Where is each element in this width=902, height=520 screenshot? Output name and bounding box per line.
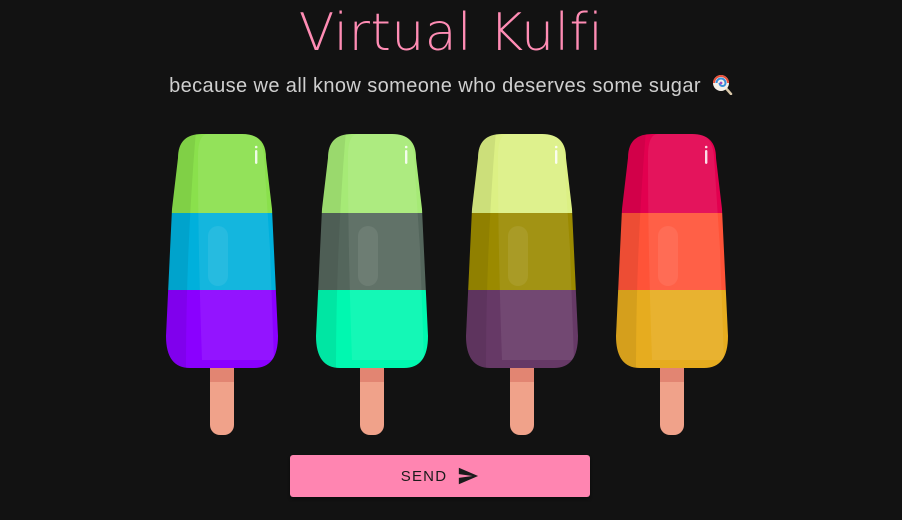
kulfi-stick-shadow	[660, 368, 684, 382]
kulfi-highlight-dot	[404, 145, 408, 149]
kulfi-gloss	[208, 226, 228, 286]
kulfi-stick-shadow	[210, 368, 234, 382]
kulfi-3[interactable]	[462, 130, 582, 440]
send-label: SEND	[400, 467, 448, 485]
subtitle-text: because we all know someone who deserves…	[169, 75, 701, 97]
kulfi-4[interactable]	[612, 130, 732, 440]
kulfi-1[interactable]	[162, 130, 282, 440]
kulfi-stick-shadow	[360, 368, 384, 382]
kulfi-2[interactable]	[312, 130, 432, 440]
kulfi-highlight-dot	[554, 145, 558, 149]
kulfi-gloss	[508, 226, 528, 286]
kulfi-gallery	[0, 130, 902, 440]
send-button[interactable]: SEND	[290, 455, 590, 497]
kulfi-highlight	[555, 150, 558, 164]
kulfi-stick-shadow	[510, 368, 534, 382]
kulfi-gloss	[658, 226, 678, 286]
kulfi-highlight	[405, 150, 408, 164]
kulfi-highlight-dot	[704, 145, 708, 149]
kulfi-highlight	[705, 150, 708, 164]
page-subtitle: because we all know someone who deserves…	[0, 72, 902, 100]
send-icon	[457, 465, 479, 487]
kulfi-highlight	[255, 150, 258, 164]
kulfi-gloss	[358, 226, 378, 286]
page-title: Virtual Kulfi	[298, 3, 604, 63]
kulfi-highlight-dot	[254, 145, 258, 149]
lollipop-icon	[711, 73, 733, 96]
